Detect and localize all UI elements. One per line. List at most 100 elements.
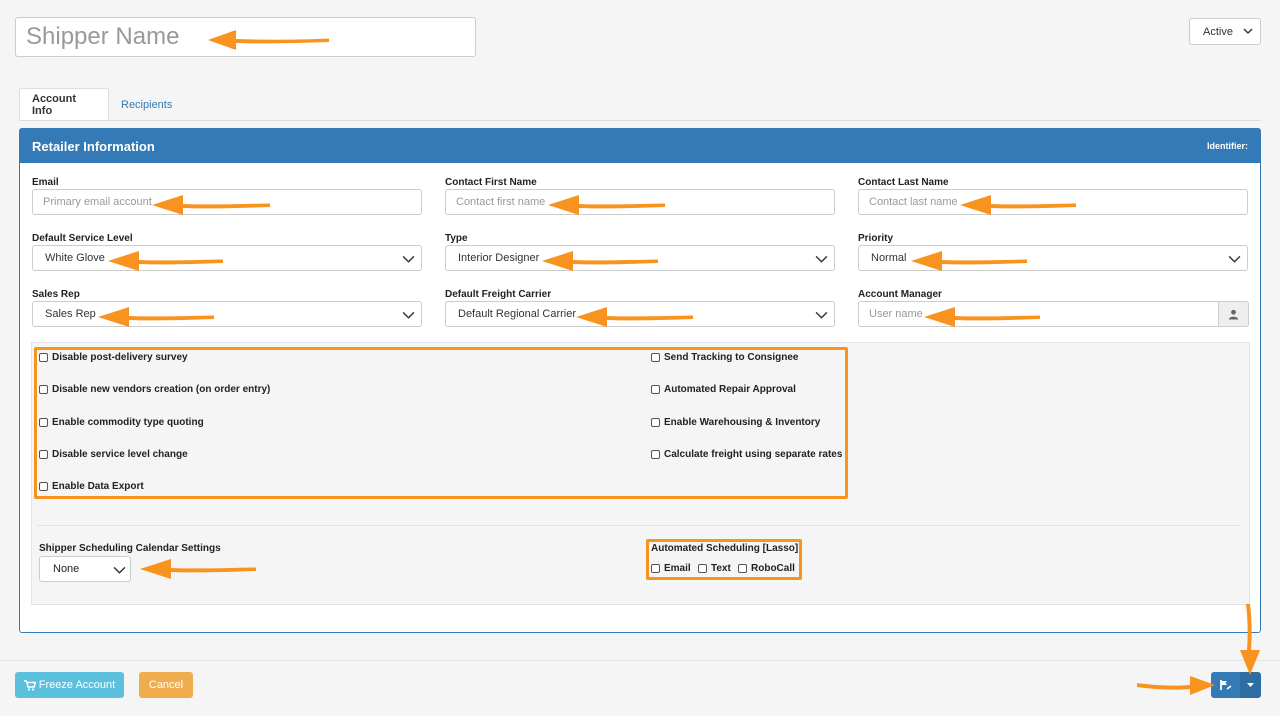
email-label: Email bbox=[32, 177, 59, 188]
email-input[interactable]: Primary email account bbox=[32, 189, 422, 215]
type-group: Type Interior Designer bbox=[445, 233, 835, 271]
priority-group: Priority Normal bbox=[858, 233, 1248, 271]
calendar-settings-label: Shipper Scheduling Calendar Settings bbox=[39, 543, 221, 554]
contact-last-group: Contact Last Name Contact last name bbox=[858, 177, 1248, 215]
account-manager-label: Account Manager bbox=[858, 289, 942, 300]
checkbox[interactable] bbox=[651, 418, 660, 427]
option-label: Disable post-delivery survey bbox=[52, 352, 188, 363]
option-label: Enable Warehousing & Inventory bbox=[664, 417, 821, 428]
panel-header: Retailer Information Identifier: bbox=[20, 129, 1260, 163]
option-label: Enable Data Export bbox=[52, 481, 144, 492]
sales-rep-value: Sales Rep bbox=[45, 308, 96, 320]
auto-option-email[interactable]: Email bbox=[651, 563, 691, 574]
contact-last-input[interactable]: Contact last name bbox=[858, 189, 1248, 215]
option-label: Text bbox=[711, 563, 731, 574]
checkbox[interactable] bbox=[651, 564, 660, 573]
save-icon bbox=[1220, 680, 1232, 690]
save-options-caret[interactable] bbox=[1240, 672, 1261, 698]
option-label: Calculate freight using separate rates bbox=[664, 449, 843, 460]
option-commodity-quoting[interactable]: Enable commodity type quoting bbox=[39, 417, 204, 428]
option-disable-service-level[interactable]: Disable service level change bbox=[39, 449, 188, 460]
checkbox[interactable] bbox=[39, 353, 48, 362]
status-value: Active bbox=[1203, 25, 1233, 38]
email-field-group: Email Primary email account bbox=[32, 177, 422, 215]
freeze-label: Freeze Account bbox=[38, 679, 116, 691]
option-data-export[interactable]: Enable Data Export bbox=[39, 481, 144, 492]
option-repair-approval[interactable]: Automated Repair Approval bbox=[651, 384, 796, 395]
freight-carrier-label: Default Freight Carrier bbox=[445, 289, 552, 300]
option-separate-rates[interactable]: Calculate freight using separate rates bbox=[651, 449, 842, 460]
option-label: Enable commodity type quoting bbox=[52, 417, 204, 428]
type-label: Type bbox=[445, 233, 468, 244]
panel-title: Retailer Information bbox=[32, 138, 155, 154]
caret-down-icon bbox=[1247, 682, 1254, 687]
cancel-button[interactable]: Cancel bbox=[139, 672, 193, 698]
shipper-name-input[interactable]: Shipper Name bbox=[15, 17, 476, 57]
priority-value: Normal bbox=[871, 252, 907, 264]
sales-rep-select[interactable]: Sales Rep bbox=[32, 301, 422, 327]
tab-bar: Account Info Recipients bbox=[19, 88, 184, 121]
option-label: Email bbox=[664, 563, 691, 574]
save-button[interactable] bbox=[1211, 672, 1240, 698]
chevron-down-icon bbox=[1228, 255, 1241, 263]
identifier-label: Identifier: bbox=[1206, 141, 1248, 151]
auto-option-text[interactable]: Text bbox=[698, 563, 731, 574]
checkbox[interactable] bbox=[39, 418, 48, 427]
option-disable-survey[interactable]: Disable post-delivery survey bbox=[39, 352, 188, 363]
service-level-value: White Glove bbox=[45, 252, 105, 264]
option-label: RoboCall bbox=[751, 563, 795, 574]
checkbox[interactable] bbox=[651, 353, 660, 362]
option-disable-vendors[interactable]: Disable new vendors creation (on order e… bbox=[39, 384, 270, 395]
calendar-settings-value: None bbox=[53, 563, 80, 575]
checkbox[interactable] bbox=[698, 564, 707, 573]
freight-carrier-group: Default Freight Carrier Default Regional… bbox=[445, 289, 835, 327]
option-label: Disable service level change bbox=[52, 449, 188, 460]
option-label: Automated Repair Approval bbox=[664, 384, 796, 395]
type-select[interactable]: Interior Designer bbox=[445, 245, 835, 271]
priority-label: Priority bbox=[858, 233, 894, 244]
checkbox[interactable] bbox=[39, 385, 48, 394]
footer-divider bbox=[0, 660, 1280, 661]
type-value: Interior Designer bbox=[458, 252, 540, 264]
chevron-down-icon bbox=[815, 255, 828, 263]
freight-carrier-select[interactable]: Default Regional Carrier bbox=[445, 301, 835, 327]
contact-first-label: Contact First Name bbox=[445, 177, 537, 188]
calendar-settings-select[interactable]: None bbox=[39, 556, 131, 582]
contact-first-input[interactable]: Contact first name bbox=[445, 189, 835, 215]
tab-recipients[interactable]: Recipients bbox=[109, 88, 184, 121]
service-level-group: Default Service Level White Glove bbox=[32, 233, 422, 271]
freight-carrier-value: Default Regional Carrier bbox=[458, 308, 576, 320]
option-label: Disable new vendors creation (on order e… bbox=[52, 384, 271, 395]
checkbox[interactable] bbox=[651, 385, 660, 394]
sales-rep-group: Sales Rep Sales Rep bbox=[32, 289, 422, 327]
sales-rep-label: Sales Rep bbox=[32, 289, 80, 300]
freeze-cart-icon bbox=[23, 679, 36, 691]
arrow-annotation bbox=[1137, 676, 1215, 695]
priority-select[interactable]: Normal bbox=[858, 245, 1248, 271]
checkbox[interactable] bbox=[39, 482, 48, 491]
service-level-label: Default Service Level bbox=[32, 233, 133, 244]
checkbox[interactable] bbox=[39, 450, 48, 459]
chevron-down-icon bbox=[402, 255, 415, 263]
service-level-select[interactable]: White Glove bbox=[32, 245, 422, 271]
tab-divider bbox=[19, 120, 1261, 121]
account-manager-input[interactable]: User name bbox=[858, 301, 1219, 327]
chevron-down-icon bbox=[1243, 28, 1253, 34]
account-manager-group: Account Manager User name bbox=[858, 289, 1249, 327]
chevron-down-icon bbox=[815, 311, 828, 319]
user-lookup-button[interactable] bbox=[1218, 301, 1249, 327]
option-warehousing[interactable]: Enable Warehousing & Inventory bbox=[651, 417, 820, 428]
checkbox[interactable] bbox=[738, 564, 747, 573]
auto-option-robocall[interactable]: RoboCall bbox=[738, 563, 795, 574]
option-send-tracking[interactable]: Send Tracking to Consignee bbox=[651, 352, 798, 363]
section-divider bbox=[37, 525, 1240, 526]
chevron-down-icon bbox=[402, 311, 415, 319]
option-label: Send Tracking to Consignee bbox=[664, 352, 799, 363]
contact-last-label: Contact Last Name bbox=[858, 177, 949, 188]
checkbox[interactable] bbox=[651, 450, 660, 459]
freeze-account-button[interactable]: Freeze Account bbox=[15, 672, 124, 698]
automated-scheduling-label: Automated Scheduling [Lasso] bbox=[651, 543, 799, 554]
contact-first-group: Contact First Name Contact first name bbox=[445, 177, 835, 215]
status-select[interactable]: Active bbox=[1189, 18, 1261, 45]
tab-account-info[interactable]: Account Info bbox=[19, 88, 109, 121]
